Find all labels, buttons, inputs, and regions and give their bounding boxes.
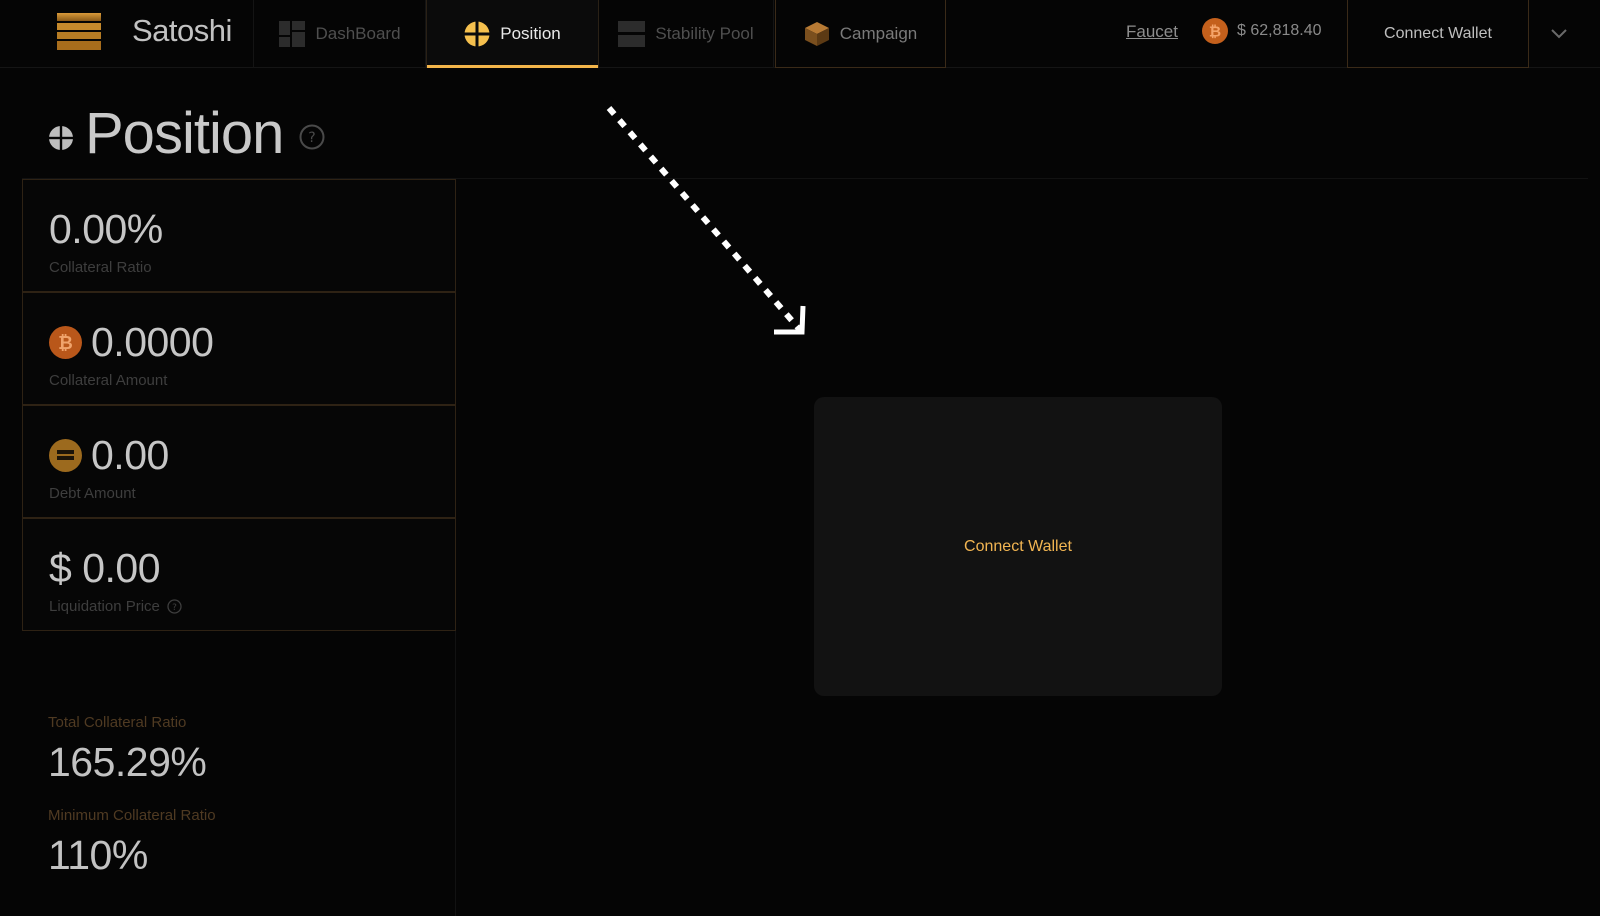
top-nav-bar: Satoshi DashBoard Position Stability Poo…	[0, 0, 1600, 68]
collateral-ratio-value: 0.00%	[49, 206, 163, 252]
faucet-link[interactable]: Faucet	[1126, 22, 1178, 42]
stat-card-collateral-ratio: 0.00% Collateral Ratio	[22, 179, 456, 292]
tab-dashboard-label: DashBoard	[315, 24, 401, 43]
svg-text:₿: ₿	[1209, 23, 1221, 41]
stability-pool-icon	[618, 21, 646, 47]
tab-position[interactable]: Position	[426, 0, 599, 68]
tab-campaign-label: Campaign	[839, 23, 918, 43]
debt-amount-value: 0.00	[91, 432, 169, 478]
tab-stability-pool-label: Stability Pool	[655, 24, 754, 43]
svg-text:₿: ₿	[58, 333, 73, 354]
satoshi-logo-icon	[57, 13, 101, 50]
help-icon[interactable]: ?	[299, 124, 325, 150]
position-stats-panel: 0.00% Collateral Ratio ₿ 0.0000 Collater…	[22, 179, 456, 916]
svg-text:?: ?	[172, 603, 177, 613]
position-icon	[464, 21, 491, 47]
dotted-arrow-annotation	[606, 106, 806, 335]
dashboard-icon	[279, 21, 306, 47]
menu-dropdown[interactable]	[1529, 0, 1588, 68]
tab-dashboard[interactable]: DashBoard	[255, 0, 426, 68]
stablecoin-icon	[49, 438, 82, 472]
btc-price: $ 62,818.40	[1237, 22, 1322, 39]
tab-campaign[interactable]: Campaign	[775, 0, 946, 68]
connect-wallet-card-button[interactable]: Connect Wallet	[964, 538, 1072, 556]
total-collateral-ratio-value: 165.29%	[48, 739, 207, 785]
liquidation-price-label: Liquidation Price	[49, 598, 160, 615]
stat-card-liquidation-price: $ 0.00 Liquidation Price ?	[22, 518, 456, 631]
help-icon[interactable]: ?	[167, 599, 182, 614]
minimum-collateral-ratio-label: Minimum Collateral Ratio	[48, 807, 216, 824]
page-header: Position ?	[49, 100, 325, 168]
connect-wallet-card: Connect Wallet	[814, 397, 1222, 696]
collateral-amount-value: 0.0000	[91, 319, 214, 365]
stat-card-debt-amount: 0.00 Debt Amount	[22, 405, 456, 518]
position-title-icon	[49, 126, 73, 150]
svg-text:?: ?	[309, 130, 316, 146]
campaign-cube-icon	[804, 21, 829, 46]
debt-amount-label: Debt Amount	[49, 485, 136, 502]
tab-stability-pool[interactable]: Stability Pool	[599, 0, 774, 68]
minimum-collateral-ratio-value: 110%	[48, 832, 148, 878]
total-collateral-ratio-label: Total Collateral Ratio	[48, 714, 187, 731]
bitcoin-icon: ₿	[1202, 18, 1228, 44]
collateral-amount-label: Collateral Amount	[49, 372, 168, 389]
bitcoin-icon: ₿	[49, 325, 82, 359]
brand-name: Satoshi	[132, 13, 232, 48]
brand-logo[interactable]: Satoshi	[22, 0, 254, 68]
tab-position-label: Position	[500, 24, 561, 43]
stat-card-collateral-amount: ₿ 0.0000 Collateral Amount	[22, 292, 456, 405]
btc-price-display: ₿ $ 62,818.40	[1202, 18, 1322, 44]
page-title: Position	[85, 101, 284, 166]
chevron-down-icon	[1550, 29, 1567, 39]
collateral-ratio-label: Collateral Ratio	[49, 259, 152, 276]
liquidation-price-value: $ 0.00	[49, 545, 161, 591]
connect-wallet-button[interactable]: Connect Wallet	[1347, 0, 1529, 68]
